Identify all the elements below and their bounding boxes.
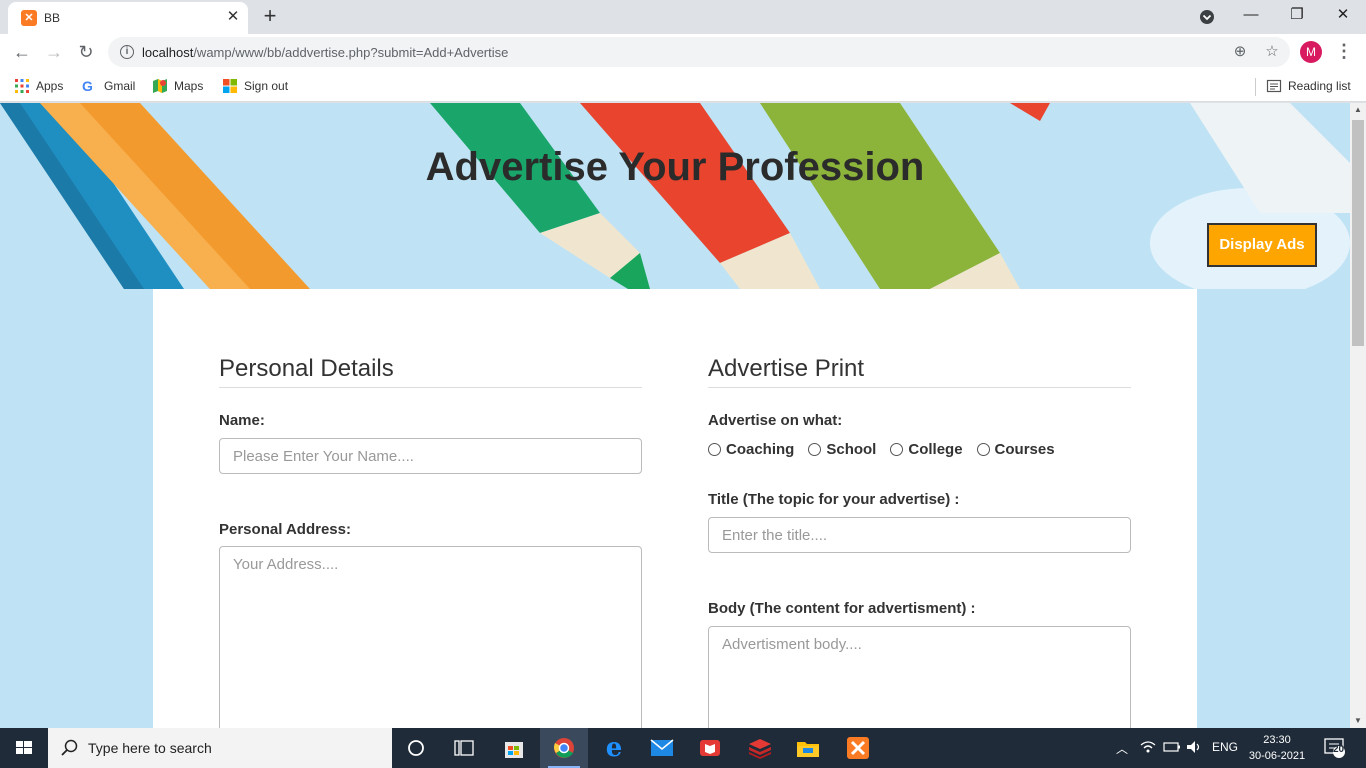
page-viewport: Advertise Your Profession Display Ads Pe… bbox=[0, 103, 1350, 728]
bookmark-star-icon[interactable]: ☆ bbox=[1262, 42, 1282, 62]
mail-icon[interactable] bbox=[638, 728, 686, 768]
restore-icon[interactable]: ❐ bbox=[1274, 0, 1320, 32]
tab-title: BB bbox=[44, 11, 61, 25]
browser-toolbar: ← → ↻ i localhost/wamp/www/bb/addvertise… bbox=[0, 34, 1366, 70]
form-card: Personal Details Name: Please Enter Your… bbox=[153, 289, 1197, 728]
display-ads-button[interactable]: Display Ads bbox=[1207, 223, 1317, 267]
windows-start-icon[interactable] bbox=[0, 728, 48, 768]
taskbar-search-box[interactable]: Type here to search bbox=[48, 728, 392, 768]
browser-tabstrip: ✕ BB ✕ + — ❐ ✕ bbox=[0, 0, 1366, 34]
close-window-icon[interactable]: ✕ bbox=[1320, 0, 1366, 32]
task-view-icon[interactable] bbox=[440, 728, 488, 768]
advertise-on-what-label: Advertise on what: bbox=[708, 412, 843, 429]
search-icon bbox=[61, 739, 78, 756]
personal-details-heading: Personal Details bbox=[219, 355, 642, 388]
xampp-favicon-icon: ✕ bbox=[21, 10, 37, 26]
page-scrollbar[interactable]: ▲ ▼ bbox=[1350, 103, 1366, 728]
body-label: Body (The content for advertisment) : bbox=[708, 600, 976, 617]
radio-circle-icon[interactable] bbox=[976, 443, 990, 456]
radio-courses[interactable]: Courses bbox=[976, 441, 1055, 458]
apps-grid-icon bbox=[14, 78, 30, 94]
windows-taskbar: Type here to search e ︿ ENG 23:30 30-06-… bbox=[0, 728, 1366, 768]
radio-college[interactable]: College bbox=[890, 441, 963, 458]
scroll-thumb[interactable] bbox=[1352, 120, 1364, 346]
cortana-icon[interactable] bbox=[392, 728, 440, 768]
redis-icon[interactable] bbox=[736, 728, 784, 768]
battery-icon[interactable] bbox=[1163, 740, 1181, 757]
input-language[interactable]: ENG bbox=[1212, 740, 1238, 754]
chrome-menu-icon[interactable]: ⋮ bbox=[1334, 40, 1354, 64]
bookmarks-bar: Apps G Gmail Maps Sign out Reading list bbox=[0, 70, 1366, 102]
reload-icon[interactable]: ↻ bbox=[74, 40, 98, 64]
advertise-print-section: Advertise Print Advertise on what: Coach… bbox=[708, 355, 1131, 728]
new-tab-icon[interactable]: + bbox=[258, 5, 282, 29]
show-hidden-icons-icon[interactable]: ︿ bbox=[1116, 740, 1128, 757]
bookmark-apps[interactable]: Apps bbox=[14, 76, 63, 96]
action-center-icon[interactable]: 20 bbox=[1324, 738, 1346, 758]
pencils-banner-image bbox=[0, 103, 1350, 289]
tab-search-icon[interactable] bbox=[1197, 7, 1217, 27]
radio-circle-icon[interactable] bbox=[808, 443, 822, 456]
url-text[interactable]: localhost/wamp/www/bb/addvertise.php?sub… bbox=[142, 45, 508, 60]
taskbar-clock[interactable]: 23:30 30-06-2021 bbox=[1242, 732, 1312, 764]
advertise-print-heading: Advertise Print bbox=[708, 355, 1131, 388]
clock-time: 23:30 bbox=[1263, 734, 1291, 746]
maps-icon bbox=[152, 78, 168, 94]
address-bar[interactable]: i localhost/wamp/www/bb/addvertise.php?s… bbox=[108, 37, 1290, 67]
radio-school[interactable]: School bbox=[808, 441, 876, 458]
title-label: Title (The topic for your advertise) : bbox=[708, 491, 960, 508]
name-input[interactable]: Please Enter Your Name.... bbox=[219, 438, 642, 474]
store-icon[interactable] bbox=[490, 728, 538, 768]
clock-date: 30-06-2021 bbox=[1248, 750, 1306, 762]
reading-list[interactable]: Reading list bbox=[1266, 76, 1351, 96]
site-info-icon[interactable]: i bbox=[120, 45, 134, 59]
google-icon: G bbox=[82, 78, 93, 94]
zoom-icon[interactable]: ⊕ bbox=[1230, 42, 1250, 62]
taskbar-search-placeholder: Type here to search bbox=[88, 740, 212, 756]
chrome-taskbar-icon[interactable] bbox=[540, 728, 588, 768]
file-explorer-icon[interactable] bbox=[784, 728, 832, 768]
title-input[interactable]: Enter the title.... bbox=[708, 517, 1131, 553]
advertise-type-radio-group: Coaching School College Courses bbox=[708, 441, 1069, 458]
notification-count: 20 bbox=[1333, 744, 1345, 755]
profile-avatar[interactable]: M bbox=[1300, 41, 1322, 63]
radio-coaching[interactable]: Coaching bbox=[708, 441, 794, 458]
personal-details-section: Personal Details Name: Please Enter Your… bbox=[219, 355, 642, 728]
bookmarks-separator bbox=[1255, 78, 1256, 96]
edge-icon[interactable]: e bbox=[590, 728, 638, 768]
wifi-icon[interactable] bbox=[1140, 740, 1156, 757]
page-title: Advertise Your Profession bbox=[425, 145, 925, 189]
radio-circle-icon[interactable] bbox=[890, 443, 904, 456]
xampp-icon[interactable] bbox=[834, 728, 882, 768]
name-label: Name: bbox=[219, 412, 265, 429]
bookmark-gmail[interactable]: G Gmail bbox=[82, 76, 135, 96]
reader-app-icon[interactable] bbox=[686, 728, 734, 768]
personal-address-textarea[interactable]: Your Address.... bbox=[219, 546, 642, 728]
forward-icon[interactable]: → bbox=[42, 40, 66, 64]
personal-address-label: Personal Address: bbox=[219, 521, 351, 538]
body-textarea[interactable]: Advertisment body.... bbox=[708, 626, 1131, 728]
bookmark-maps[interactable]: Maps bbox=[152, 76, 203, 96]
scroll-down-icon[interactable]: ▼ bbox=[1350, 714, 1366, 728]
microsoft-icon bbox=[222, 78, 238, 94]
bookmark-sign-out[interactable]: Sign out bbox=[222, 76, 288, 96]
radio-circle-icon[interactable] bbox=[708, 443, 721, 456]
scroll-up-icon[interactable]: ▲ bbox=[1350, 103, 1366, 117]
tab-close-icon[interactable]: ✕ bbox=[224, 8, 242, 26]
back-icon[interactable]: ← bbox=[10, 40, 34, 64]
browser-tab[interactable]: ✕ BB ✕ bbox=[8, 2, 248, 34]
minimize-icon[interactable]: — bbox=[1228, 0, 1274, 32]
volume-icon[interactable] bbox=[1186, 740, 1204, 757]
reading-list-icon bbox=[1266, 78, 1282, 94]
